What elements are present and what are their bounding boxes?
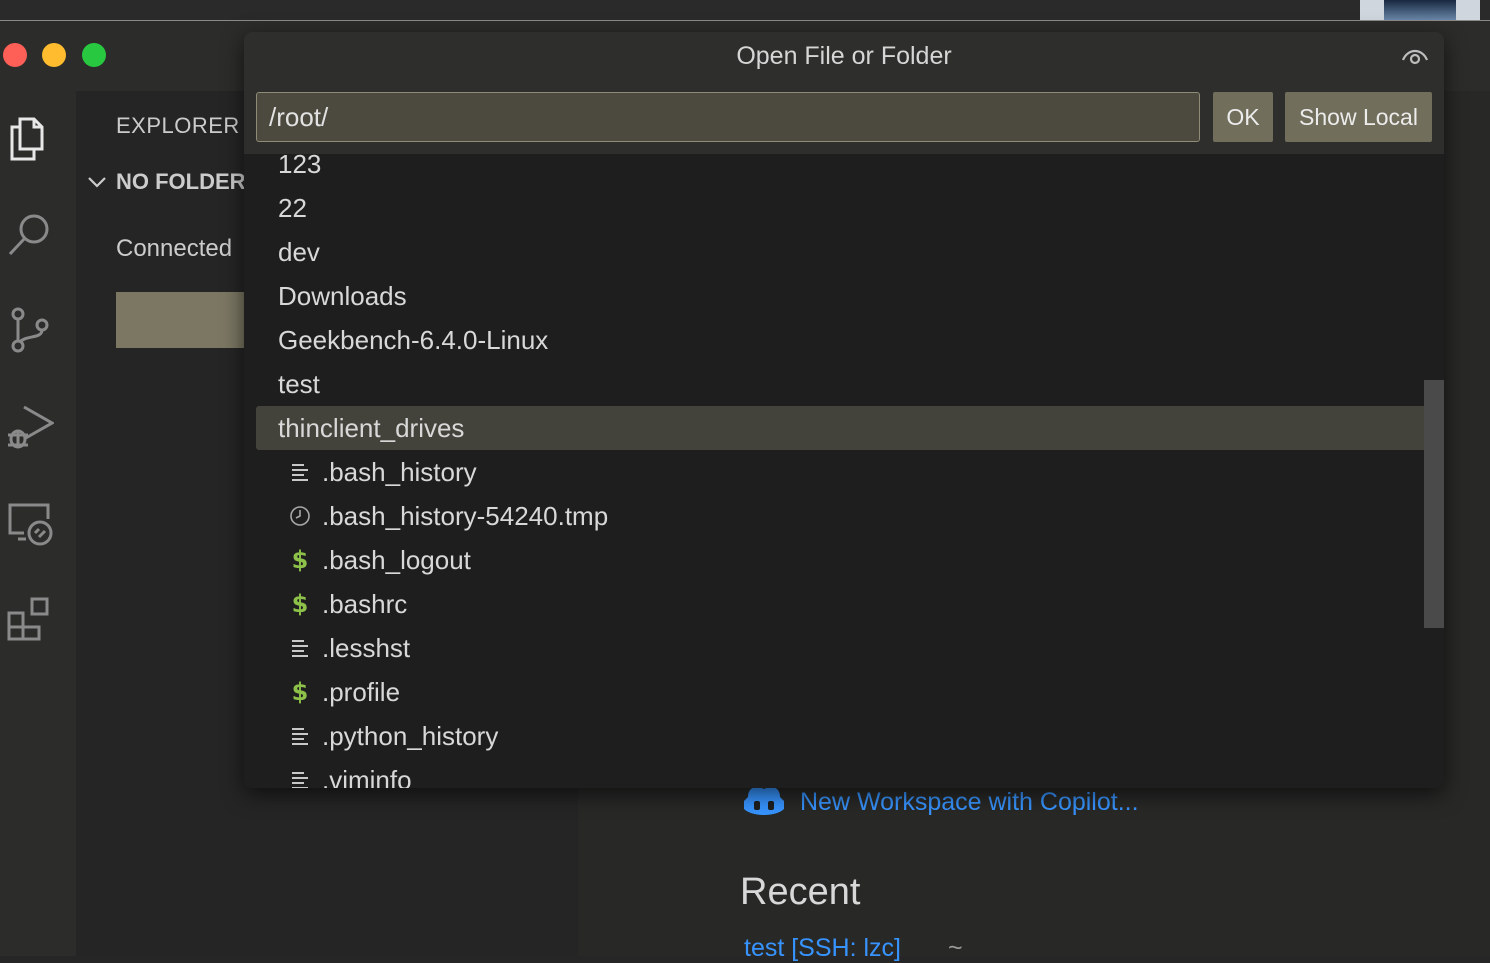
extensions-icon[interactable] bbox=[0, 589, 58, 647]
chevron-down-icon bbox=[88, 177, 106, 188]
list-item[interactable]: .lesshst bbox=[256, 626, 1432, 670]
search-icon[interactable] bbox=[0, 205, 58, 263]
list-item[interactable]: Downloads bbox=[256, 274, 1432, 318]
item-label: .profile bbox=[322, 677, 401, 707]
list-item[interactable]: Geekbench-6.4.0-Linux bbox=[256, 318, 1432, 362]
recent-item-path: ~ bbox=[948, 934, 963, 962]
lines-icon bbox=[288, 636, 312, 660]
item-label: .lesshst bbox=[322, 633, 411, 663]
new-workspace-copilot-link[interactable]: New Workspace with Copilot... bbox=[800, 788, 1139, 817]
recent-item-link[interactable]: test [SSH: lzc] bbox=[744, 934, 901, 963]
item-label: .python_history bbox=[322, 721, 499, 751]
item-label: .bash_history-54240.tmp bbox=[322, 501, 609, 531]
item-label: test bbox=[278, 369, 320, 399]
dollar-icon: $ bbox=[291, 678, 309, 706]
recent-heading: Recent bbox=[740, 871, 861, 913]
show-local-button[interactable]: Show Local bbox=[1285, 92, 1432, 142]
maximize-window-button[interactable] bbox=[82, 43, 106, 67]
top-strip bbox=[0, 0, 1490, 21]
clock-icon bbox=[288, 504, 312, 528]
list-item[interactable]: test bbox=[256, 362, 1432, 406]
item-label: thinclient_drives bbox=[278, 413, 465, 443]
item-label: Geekbench-6.4.0-Linux bbox=[278, 325, 549, 355]
dialog-title: Open File or Folder bbox=[736, 42, 952, 70]
list-item[interactable]: $ .profile bbox=[256, 670, 1432, 714]
list-item[interactable]: $ .bashrc bbox=[256, 582, 1432, 626]
list-item[interactable]: 22 bbox=[256, 186, 1432, 230]
item-label: .bash_history bbox=[322, 457, 477, 487]
path-input[interactable] bbox=[256, 92, 1200, 142]
list-item[interactable]: .viminfo bbox=[256, 758, 1432, 788]
item-label: .viminfo bbox=[322, 765, 412, 788]
source-control-icon[interactable] bbox=[0, 301, 58, 359]
lines-icon bbox=[288, 724, 312, 748]
list-item[interactable]: $ .bash_logout bbox=[256, 538, 1432, 582]
section-label: NO FOLDER bbox=[116, 169, 246, 194]
dialog-input-row: OK Show Local bbox=[244, 80, 1444, 154]
minimize-window-button[interactable] bbox=[42, 43, 66, 67]
list-item[interactable]: .python_history bbox=[256, 714, 1432, 758]
remote-explorer-icon[interactable] bbox=[0, 493, 58, 551]
sidebar-title: EXPLORER bbox=[116, 113, 240, 138]
list-item-selected[interactable]: thinclient_drives bbox=[256, 406, 1432, 450]
dialog-header: Open File or Folder bbox=[244, 32, 1444, 80]
lines-icon bbox=[288, 768, 312, 788]
item-label: 22 bbox=[278, 193, 307, 223]
run-debug-icon[interactable] bbox=[0, 397, 58, 455]
item-label: 123 bbox=[278, 154, 322, 179]
item-label: Downloads bbox=[278, 281, 407, 311]
eye-icon[interactable] bbox=[1400, 44, 1430, 68]
thumbnail-image bbox=[1360, 0, 1480, 20]
explorer-icon[interactable] bbox=[0, 109, 58, 167]
close-window-button[interactable] bbox=[3, 43, 27, 67]
file-list: 123 22 dev Downloads Geekbench-6.4.0-Lin… bbox=[244, 154, 1444, 788]
list-item[interactable]: dev bbox=[256, 230, 1432, 274]
activity-bar bbox=[0, 91, 76, 956]
copilot-icon bbox=[744, 787, 784, 815]
lines-icon bbox=[288, 460, 312, 484]
item-label: dev bbox=[278, 237, 320, 267]
dollar-icon: $ bbox=[291, 590, 309, 618]
item-label: .bash_logout bbox=[322, 545, 471, 575]
dollar-icon: $ bbox=[291, 546, 309, 574]
ok-button[interactable]: OK bbox=[1213, 92, 1273, 142]
item-label: .bashrc bbox=[322, 589, 408, 619]
open-file-dialog: Open File or Folder OK Show Local 123 22… bbox=[244, 32, 1444, 788]
list-scrollbar[interactable] bbox=[1424, 380, 1444, 628]
list-item[interactable]: .bash_history-54240.tmp bbox=[256, 494, 1432, 538]
connection-status-text: Connected bbox=[116, 235, 233, 262]
list-item[interactable]: .bash_history bbox=[256, 450, 1432, 494]
list-item[interactable]: 123 bbox=[256, 154, 1432, 186]
